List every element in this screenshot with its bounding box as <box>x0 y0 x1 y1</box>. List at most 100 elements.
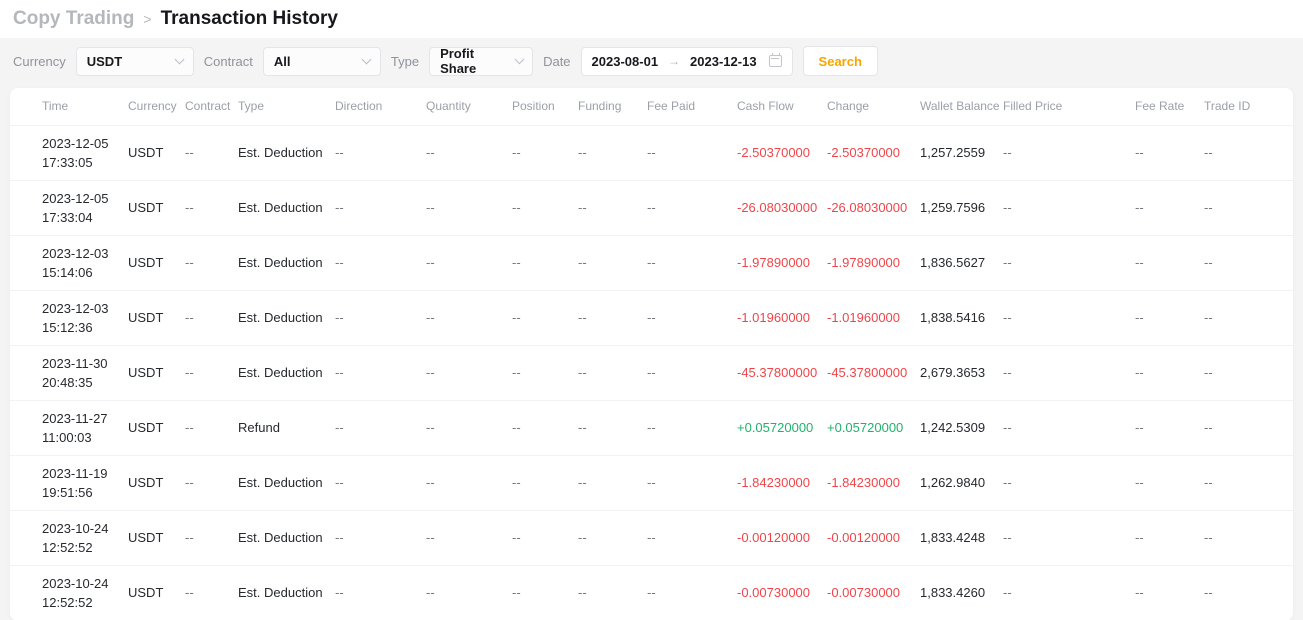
cell-fee-paid: -- <box>647 235 737 290</box>
transaction-time: 15:14:06 <box>42 263 128 282</box>
table-row: 2023-11-19 19:51:56 USDT -- Est. Deducti… <box>10 455 1293 510</box>
column-header-wallet-balance: Wallet Balance <box>920 88 1003 125</box>
cell-fee-paid: -- <box>647 400 737 455</box>
column-header-position: Position <box>512 88 578 125</box>
transaction-time: 20:48:35 <box>42 373 128 392</box>
transaction-time: 19:51:56 <box>42 483 128 502</box>
cell-wallet-balance: 1,257.2559 <box>920 125 1003 180</box>
currency-filter-label: Currency <box>13 54 66 69</box>
cell-trade-id: -- <box>1204 180 1293 235</box>
cell-type: Est. Deduction <box>238 455 335 510</box>
cell-direction: -- <box>335 565 426 620</box>
cell-currency: USDT <box>128 235 185 290</box>
cell-fee-paid: -- <box>647 565 737 620</box>
transaction-date: 2023-12-03 <box>42 299 128 318</box>
cell-currency: USDT <box>128 510 185 565</box>
cell-position: -- <box>512 400 578 455</box>
cell-cash-flow: -2.50370000 <box>737 125 827 180</box>
cell-wallet-balance: 1,262.9840 <box>920 455 1003 510</box>
date-start-value[interactable]: 2023-08-01 <box>592 54 659 69</box>
cell-cash-flow: -0.00730000 <box>737 565 827 620</box>
contract-select[interactable]: All <box>263 47 381 76</box>
page-title: Transaction History <box>161 8 338 30</box>
cell-fee-paid: -- <box>647 345 737 400</box>
cell-fee-paid: -- <box>647 180 737 235</box>
cell-cash-flow: -26.08030000 <box>737 180 827 235</box>
cell-time: 2023-11-30 20:48:35 <box>10 345 128 400</box>
breadcrumb-parent-link[interactable]: Copy Trading <box>13 8 134 30</box>
column-header-currency: Currency <box>128 88 185 125</box>
cell-wallet-balance: 1,242.5309 <box>920 400 1003 455</box>
cell-trade-id: -- <box>1204 290 1293 345</box>
cell-wallet-balance: 2,679.3653 <box>920 345 1003 400</box>
transaction-date: 2023-10-24 <box>42 574 128 593</box>
cell-time: 2023-12-05 17:33:04 <box>10 180 128 235</box>
breadcrumb-separator: > <box>143 11 151 27</box>
transaction-time: 17:33:05 <box>42 153 128 172</box>
column-header-time: Time <box>10 88 128 125</box>
search-button[interactable]: Search <box>803 46 878 76</box>
cell-filled-price: -- <box>1003 510 1135 565</box>
cell-quantity: -- <box>426 290 512 345</box>
cell-position: -- <box>512 180 578 235</box>
column-header-change: Change <box>827 88 920 125</box>
cell-funding: -- <box>578 455 647 510</box>
transaction-table-card: TimeCurrencyContractTypeDirectionQuantit… <box>10 88 1293 620</box>
cell-cash-flow: -1.01960000 <box>737 290 827 345</box>
cell-change: -1.01960000 <box>827 290 920 345</box>
column-header-cash-flow: Cash Flow <box>737 88 827 125</box>
date-range-input[interactable]: 2023-08-01 → 2023-12-13 <box>581 47 793 76</box>
cell-fee-paid: -- <box>647 455 737 510</box>
cell-quantity: -- <box>426 180 512 235</box>
cell-contract: -- <box>185 455 238 510</box>
cell-wallet-balance: 1,259.7596 <box>920 180 1003 235</box>
table-header-row: TimeCurrencyContractTypeDirectionQuantit… <box>10 88 1293 125</box>
transaction-date: 2023-12-05 <box>42 189 128 208</box>
cell-cash-flow: +0.05720000 <box>737 400 827 455</box>
type-select-value: Profit Share <box>440 46 508 76</box>
chevron-down-icon <box>174 54 184 64</box>
type-select[interactable]: Profit Share <box>429 47 533 76</box>
table-row: 2023-11-30 20:48:35 USDT -- Est. Deducti… <box>10 345 1293 400</box>
cell-time: 2023-11-27 11:00:03 <box>10 400 128 455</box>
cell-contract: -- <box>185 510 238 565</box>
cell-direction: -- <box>335 235 426 290</box>
cell-change: -1.84230000 <box>827 455 920 510</box>
cell-change: -2.50370000 <box>827 125 920 180</box>
cell-fee-paid: -- <box>647 290 737 345</box>
cell-currency: USDT <box>128 290 185 345</box>
cell-fee-paid: -- <box>647 125 737 180</box>
cell-type: Refund <box>238 400 335 455</box>
cell-position: -- <box>512 510 578 565</box>
cell-time: 2023-12-03 15:14:06 <box>10 235 128 290</box>
cell-contract: -- <box>185 400 238 455</box>
date-filter-label: Date <box>543 54 570 69</box>
cell-fee-paid: -- <box>647 510 737 565</box>
cell-contract: -- <box>185 125 238 180</box>
cell-filled-price: -- <box>1003 125 1135 180</box>
cell-position: -- <box>512 565 578 620</box>
cell-contract: -- <box>185 345 238 400</box>
cell-currency: USDT <box>128 565 185 620</box>
cell-change: -26.08030000 <box>827 180 920 235</box>
cell-filled-price: -- <box>1003 565 1135 620</box>
date-range-arrow: → <box>668 54 680 68</box>
column-header-funding: Funding <box>578 88 647 125</box>
cell-time: 2023-12-03 15:12:36 <box>10 290 128 345</box>
cell-wallet-balance: 1,838.5416 <box>920 290 1003 345</box>
cell-direction: -- <box>335 345 426 400</box>
cell-contract: -- <box>185 235 238 290</box>
cell-direction: -- <box>335 510 426 565</box>
currency-select[interactable]: USDT <box>76 47 194 76</box>
currency-select-value: USDT <box>87 54 122 69</box>
table-row: 2023-12-05 17:33:05 USDT -- Est. Deducti… <box>10 125 1293 180</box>
cell-time: 2023-10-24 12:52:52 <box>10 565 128 620</box>
cell-type: Est. Deduction <box>238 510 335 565</box>
cell-wallet-balance: 1,833.4248 <box>920 510 1003 565</box>
cell-time: 2023-12-05 17:33:05 <box>10 125 128 180</box>
column-header-contract: Contract <box>185 88 238 125</box>
contract-select-value: All <box>274 54 291 69</box>
cell-type: Est. Deduction <box>238 290 335 345</box>
calendar-icon[interactable] <box>769 55 782 67</box>
date-end-value[interactable]: 2023-12-13 <box>690 54 757 69</box>
